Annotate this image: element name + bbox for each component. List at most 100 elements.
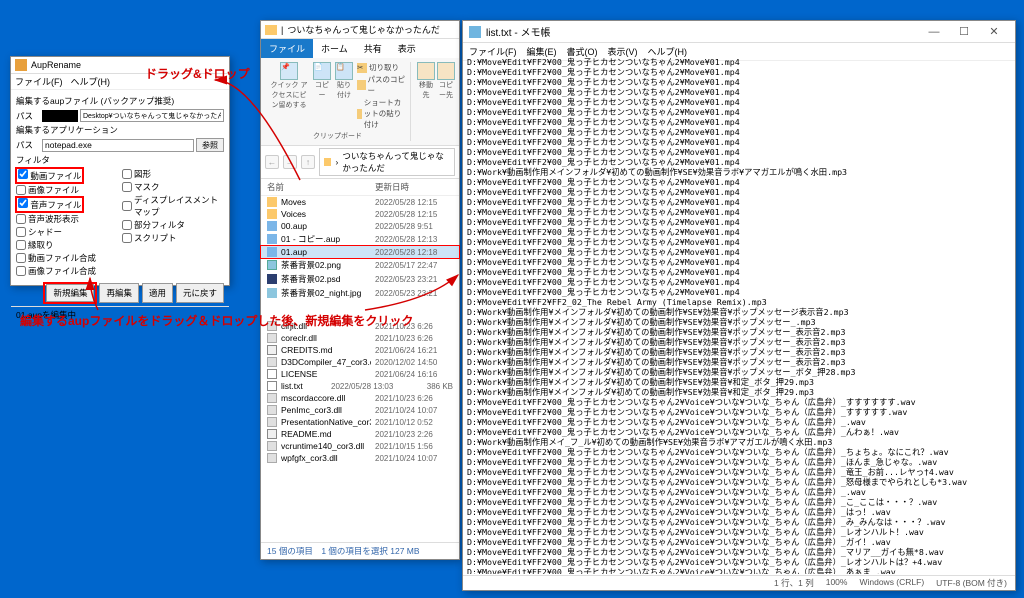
file-date: 2022/05/28 13:03 bbox=[331, 382, 409, 391]
file-name: mscordaccore.dll bbox=[281, 393, 371, 403]
file-name: Moves bbox=[281, 197, 371, 207]
filter-シャドー[interactable]: シャドー bbox=[16, 226, 118, 238]
filter-マスク[interactable]: マスク bbox=[122, 181, 224, 193]
cut-item[interactable]: ✂切り取り bbox=[357, 62, 406, 73]
clipboard-group-label: クリップボード bbox=[313, 131, 362, 141]
file-item[interactable]: PenImc_cor3.dll2021/10/24 10:07 bbox=[261, 404, 459, 416]
pin-icon[interactable]: 📌 bbox=[280, 62, 298, 80]
file-name: 00.aup bbox=[281, 221, 371, 231]
browse-button[interactable]: 参照 bbox=[196, 138, 224, 152]
file-date: 2021/10/23 6:26 bbox=[375, 394, 453, 403]
file-item[interactable]: list.txt2022/05/28 13:03386 KB bbox=[261, 380, 459, 392]
aup-path-input[interactable] bbox=[80, 109, 224, 122]
copy-to-icon[interactable] bbox=[437, 62, 455, 80]
file-name: PenImc_cor3.dll bbox=[281, 405, 371, 415]
file-item[interactable]: 茶番背景02_night.jpg 2022/05/23 23:21 bbox=[261, 286, 459, 300]
filter-音声ファイル[interactable]: 音声ファイル bbox=[16, 197, 118, 212]
menu-file[interactable]: ファイル(F) bbox=[15, 75, 63, 88]
explorer-titlebar[interactable]: | ついなちゃんって鬼じゃなかったんだ bbox=[261, 21, 459, 39]
filter-音声波形表示[interactable]: 音声波形表示 bbox=[16, 213, 118, 225]
file-item[interactable]: mscordaccore.dll 2021/10/23 6:26 bbox=[261, 392, 459, 404]
re-edit-button[interactable]: 再編集 bbox=[99, 283, 139, 303]
file-date: 2022/05/23 23:21 bbox=[375, 289, 453, 298]
col-date[interactable]: 更新日時 bbox=[375, 181, 453, 193]
file-date: 2021/06/24 16:16 bbox=[375, 370, 453, 379]
filter-縁取り[interactable]: 縁取り bbox=[16, 239, 118, 251]
filter-画像ファイル[interactable]: 画像ファイル bbox=[16, 184, 118, 196]
file-item[interactable]: coreclr.dll2021/10/23 6:26 bbox=[261, 332, 459, 344]
notepad-content[interactable]: D:¥Move¥Edit¥FF2¥00_鬼っ子ヒカセンついなちゃん2¥Move¥… bbox=[463, 57, 1015, 574]
filter-画像ファイル合成[interactable]: 画像ファイル合成 bbox=[16, 265, 118, 277]
file-date: 2022/05/28 12:13 bbox=[375, 235, 453, 244]
tab-home[interactable]: ホーム bbox=[313, 39, 356, 58]
file-item[interactable]: PresentationNative_cor3.dll2021/10/12 0:… bbox=[261, 416, 459, 428]
folder-icon bbox=[267, 197, 277, 207]
auprename-titlebar[interactable]: AupRename bbox=[11, 57, 229, 74]
file-date: 2022/05/28 12:15 bbox=[375, 210, 453, 219]
explorer-title: ついなちゃんって鬼じゃなかったんだ bbox=[287, 23, 440, 36]
app-path-input[interactable] bbox=[42, 139, 194, 152]
file-name: PresentationNative_cor3.dll bbox=[281, 417, 371, 427]
file-item[interactable]: 茶番背景02.png2022/05/17 22:47 bbox=[261, 258, 459, 272]
col-name[interactable]: 名前 bbox=[267, 181, 375, 193]
file-name: 01 - コピー.aup bbox=[281, 233, 371, 245]
file-item[interactable]: README.md2021/10/23 2:26 bbox=[261, 428, 459, 440]
file-item[interactable]: LICENSE2021/06/24 16:16 bbox=[261, 368, 459, 380]
path-label: パス bbox=[16, 110, 40, 122]
dll-icon bbox=[267, 417, 277, 427]
paste-shortcut-item[interactable]: ショートカットの貼り付け bbox=[357, 97, 406, 130]
revert-button[interactable]: 元に戻す bbox=[176, 283, 224, 303]
file-item[interactable]: 01 - コピー.aup 2022/05/28 12:13 bbox=[261, 232, 459, 246]
copy-label: コピー bbox=[313, 80, 331, 100]
maximize-button[interactable]: ☐ bbox=[949, 25, 979, 38]
file-item[interactable]: 00.aup2022/05/28 9:51 bbox=[261, 220, 459, 232]
file-date: 2020/12/02 14:50 bbox=[375, 358, 453, 367]
tab-file[interactable]: ファイル bbox=[261, 39, 313, 58]
filter-動画ファイル合成[interactable]: 動画ファイル合成 bbox=[16, 252, 118, 264]
file-item[interactable]: Moves2022/05/28 12:15 bbox=[261, 196, 459, 208]
auprename-status: 01.aupを編集中 bbox=[11, 306, 229, 323]
file-item[interactable]: CREDITS.md2021/06/24 16:21 bbox=[261, 344, 459, 356]
file-item[interactable]: D3DCompiler_47_cor3.dll2020/12/02 14:50 bbox=[261, 356, 459, 368]
tab-view[interactable]: 表示 bbox=[390, 39, 424, 58]
status-pos: 1 行、1 列 bbox=[774, 577, 814, 589]
file-item[interactable]: Voices 2022/05/28 12:15 bbox=[261, 208, 459, 220]
menu-help[interactable]: ヘルプ(H) bbox=[71, 75, 111, 88]
file-list-header: 名前 更新日時 bbox=[261, 179, 459, 196]
file-name: README.md bbox=[281, 429, 371, 439]
file-item[interactable]: 01.aup2022/05/28 12:18 bbox=[260, 245, 460, 259]
file-name: Voices bbox=[281, 209, 371, 219]
move-to-icon[interactable] bbox=[417, 62, 435, 80]
new-edit-button[interactable]: 新規編集 bbox=[46, 284, 94, 302]
file-item[interactable]: vcruntime140_cor3.dll2021/10/15 1:56 bbox=[261, 440, 459, 452]
notepad-statusbar: 1 行、1 列 100% Windows (CRLF) UTF-8 (BOM 付… bbox=[463, 575, 1015, 590]
nav-back[interactable]: ← bbox=[265, 155, 279, 169]
apply-button[interactable]: 適用 bbox=[142, 283, 173, 303]
minimize-button[interactable]: — bbox=[919, 26, 949, 38]
paste-icon[interactable]: 📋 bbox=[335, 62, 353, 80]
copy-icon[interactable]: 📄 bbox=[313, 62, 331, 80]
file-item[interactable]: wpfgfx_cor3.dll2021/10/24 10:07 bbox=[261, 452, 459, 464]
psd-icon bbox=[267, 274, 277, 284]
filter-スクリプト[interactable]: スクリプト bbox=[122, 232, 224, 244]
tab-share[interactable]: 共有 bbox=[356, 39, 390, 58]
nav-up[interactable]: ↑ bbox=[301, 155, 315, 169]
copy-path-item[interactable]: パスのコピー bbox=[357, 74, 406, 96]
file-name: coreclr.dll bbox=[281, 333, 371, 343]
file-item[interactable]: 茶番背景02.psd2022/05/23 23:21 bbox=[261, 272, 459, 286]
notepad-titlebar[interactable]: list.txt - メモ帳 — ☐ ✕ bbox=[463, 21, 1015, 43]
file-name: 茶番背景02_night.jpg bbox=[281, 287, 371, 299]
filter-図形[interactable]: 図形 bbox=[122, 168, 224, 180]
move-to-label: 移動先 bbox=[417, 80, 435, 100]
nav-fwd[interactable]: → bbox=[283, 155, 297, 169]
auprename-menubar: ファイル(F) ヘルプ(H) bbox=[11, 74, 229, 90]
explorer-window: | ついなちゃんって鬼じゃなかったんだ ファイル ホーム 共有 表示 📌 クイッ… bbox=[260, 20, 460, 560]
file-item[interactable]: clrjit.dll2021/10/23 6:26 bbox=[261, 320, 459, 332]
filter-動画ファイル[interactable]: 動画ファイル bbox=[16, 168, 118, 183]
filter-部分フィルタ[interactable]: 部分フィルタ bbox=[122, 219, 224, 231]
breadcrumb[interactable]: › ついなちゃんって鬼じゃなかったんだ bbox=[319, 148, 455, 176]
filter-ディスプレイスメントマップ[interactable]: ディスプレイスメントマップ bbox=[122, 194, 224, 218]
dll-icon bbox=[267, 441, 277, 451]
close-button[interactable]: ✕ bbox=[979, 25, 1009, 38]
file-list-top: Moves2022/05/28 12:15Voices2022/05/28 12… bbox=[261, 196, 459, 300]
